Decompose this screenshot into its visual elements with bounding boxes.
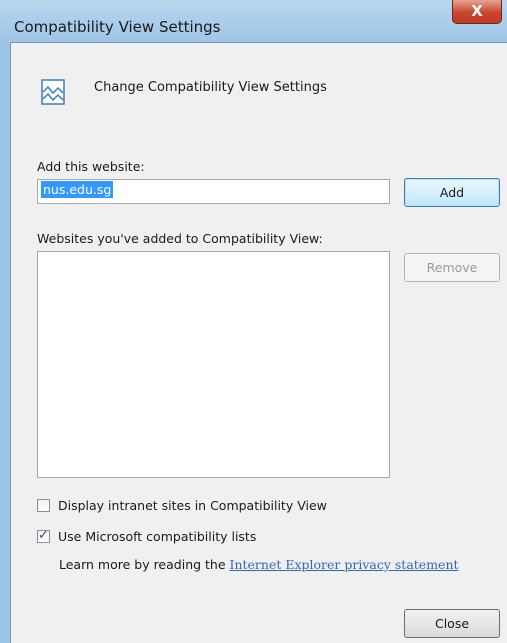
- close-icon: X: [471, 2, 483, 20]
- dialog-window: Compatibility View Settings X Change Com…: [0, 0, 507, 643]
- learn-more-text: Learn more by reading the Internet Explo…: [59, 557, 459, 572]
- website-input-value: nus.edu.sg: [41, 181, 114, 198]
- website-input[interactable]: nus.edu.sg: [37, 179, 390, 204]
- learn-more-prefix: Learn more by reading the: [59, 557, 230, 572]
- intranet-checkbox[interactable]: [37, 499, 50, 512]
- remove-button: Remove: [404, 253, 500, 282]
- add-website-label: Add this website:: [37, 159, 145, 174]
- close-window-button[interactable]: X: [452, 0, 502, 24]
- title-bar[interactable]: Compatibility View Settings X: [0, 0, 507, 42]
- close-button[interactable]: Close: [404, 609, 500, 638]
- added-websites-label: Websites you've added to Compatibility V…: [37, 231, 323, 246]
- compatibility-view-icon: [41, 79, 65, 109]
- added-websites-list[interactable]: [37, 251, 390, 478]
- ms-lists-checkbox-label[interactable]: Use Microsoft compatibility lists: [58, 529, 256, 544]
- add-button[interactable]: Add: [404, 178, 500, 207]
- window-title: Compatibility View Settings: [14, 18, 221, 36]
- dialog-heading: Change Compatibility View Settings: [94, 80, 327, 95]
- privacy-statement-link[interactable]: Internet Explorer privacy statement: [230, 557, 459, 572]
- ms-lists-checkbox[interactable]: ✓: [37, 528, 50, 543]
- dialog-client-area: Change Compatibility View Settings Add t…: [10, 42, 507, 643]
- intranet-checkbox-label[interactable]: Display intranet sites in Compatibility …: [58, 498, 327, 513]
- checkmark-icon: ✓: [38, 528, 49, 543]
